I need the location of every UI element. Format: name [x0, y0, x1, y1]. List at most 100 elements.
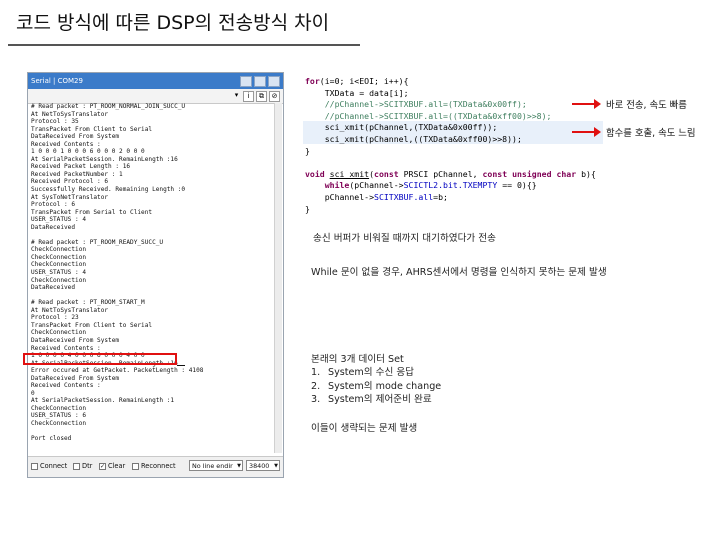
list-item: 3. System의 제어준비 완료	[311, 393, 441, 406]
baud-select[interactable]: 38400 ▼	[246, 460, 280, 471]
log-line: # Read packet : PT_ROOM_START_M	[31, 299, 145, 307]
log-line: DataReceived From System	[31, 374, 120, 382]
minimize-icon[interactable]	[240, 76, 252, 87]
log-line: USER_STATUS : 4	[31, 216, 87, 224]
code-keyword: void	[305, 168, 325, 179]
clear-toggle[interactable]: Clear	[99, 462, 125, 470]
error-highlight-box	[23, 353, 177, 365]
code-line: sci_xmit(pChannel,((TXData&0xff00)>>8));	[305, 134, 596, 146]
code-line: pChannel->SCITXBUF.all=b;	[305, 192, 596, 204]
code-text: PRSCI pChannel,	[398, 168, 483, 179]
log-scrollbar[interactable]	[274, 103, 282, 453]
log-line: Protocol : 6	[31, 201, 76, 209]
code-text: (pChannel->	[349, 180, 404, 191]
title-divider	[8, 44, 360, 46]
line-ending-select[interactable]: No line endir ▼	[189, 460, 243, 471]
annotation-slow: 함수를 호출, 속도 느림	[606, 128, 696, 139]
log-line: Port closed	[31, 435, 72, 443]
reconnect-label: Reconnect	[141, 462, 176, 470]
list-item: 1. System의 수신 응답	[311, 366, 441, 379]
slide-title: 코드 방식에 따른 DSP의 전송방식 차이	[16, 12, 330, 34]
log-line: CheckConnection	[31, 261, 87, 269]
log-line: Received Contents :	[31, 344, 101, 352]
code-text: (pChannel,((TXData&0xff00)>>8));	[364, 133, 522, 144]
code-line: for(i=0; i<EOI; i++){	[305, 76, 596, 88]
info-icon[interactable]: i	[243, 91, 254, 102]
code-function: sci_xmit	[329, 168, 370, 179]
connect-label: Connect	[40, 462, 68, 470]
list-title: 본래의 3개 데이터 Set	[311, 354, 404, 365]
log-line: # Read packet : PT_ROOM_NORMAL_JOIN_SUCC…	[31, 103, 186, 110]
log-line: CheckConnection	[31, 404, 87, 412]
window-titlebar[interactable]: Serial | COM29	[28, 73, 283, 89]
serial-monitor-window: Serial | COM29 ▾ i ⧉ ⊘ # Read packet : P…	[27, 72, 284, 478]
log-line: Received Contents :	[31, 140, 101, 148]
code-text: pChannel->	[305, 191, 375, 202]
log-line: Successfully Received. Remaining Length …	[31, 186, 186, 194]
code-text: == 0){}	[497, 180, 537, 191]
clear-checkbox[interactable]	[99, 462, 106, 470]
code-line: }	[305, 203, 310, 214]
clear-log-icon[interactable]: ⊘	[269, 91, 280, 102]
log-line: At SerialPacketSession. RemainLength :1	[31, 397, 175, 405]
log-line: Received Protocol : 6	[31, 178, 109, 186]
code-line: void sci_xmit(const PRSCI pChannel, cons…	[305, 169, 596, 181]
log-line: At SerialPacketSession. RemainLength :16	[31, 155, 178, 163]
log-line: TransPacket From Serial to Client	[31, 208, 153, 216]
list-item-text: System의 수신 응답	[328, 367, 415, 379]
log-line: At NetToSysTranslator	[31, 110, 109, 118]
arrow-right-icon	[572, 99, 601, 109]
code-line: while(pChannel->SCICTL2.bit.TXEMPTY == 0…	[305, 180, 596, 192]
code-text: =b;	[433, 191, 448, 202]
log-line: TransPacket From Client to Serial	[31, 125, 153, 133]
log-line: 1 0 0 0 1 0 0 0 6 0 0 0 2 0 0 0	[31, 148, 145, 156]
log-line: CheckConnection	[31, 329, 87, 337]
code-line: }	[305, 145, 310, 156]
log-line: At NetToSysTranslator	[31, 306, 109, 314]
dtr-label: Dtr	[82, 462, 93, 470]
data-set-list: 본래의 3개 데이터 Set 1. System의 수신 응답 2. System의 …	[311, 353, 441, 406]
log-line: 0	[31, 389, 35, 397]
close-icon[interactable]	[268, 76, 280, 87]
serial-log[interactable]: # Read packet : PT_ROOM_NORMAL_JOIN_SUCC…	[29, 103, 275, 453]
note-while-issue: While 문이 없을 경우, AHRS센서에서 명령을 인식하지 못하는 문제…	[311, 267, 607, 278]
log-line: Error occured at GetPacket. PacketLength…	[31, 367, 204, 375]
code-comment: //pChannel->SCITXBUF.all=((TXData&0xff00…	[305, 110, 552, 121]
dropdown-icon[interactable]: ▾	[232, 91, 241, 100]
code-keyword: const	[374, 168, 399, 179]
annotation-fast: 바로 전송, 속도 빠름	[606, 100, 687, 111]
log-line: CheckConnection	[31, 276, 87, 284]
log-line: DataReceived	[31, 284, 76, 292]
serial-footer: Connect Dtr Clear Reconnect No line endi…	[28, 456, 283, 477]
reconnect-toggle[interactable]: Reconnect	[132, 462, 176, 470]
log-line: USER_STATUS : 4	[31, 269, 87, 277]
note-omission: 이들이 생략되는 문제 발생	[311, 423, 418, 434]
log-line: Received Packet Length : 16	[31, 163, 131, 171]
code-function: sci_xmit	[324, 133, 365, 144]
reconnect-checkbox[interactable]	[132, 462, 139, 470]
chevron-down-icon: ▼	[237, 463, 241, 469]
list-item-number: 2.	[311, 380, 321, 392]
log-line: Protocol : 23	[31, 314, 79, 322]
list-item-number: 1.	[311, 367, 321, 379]
copy-icon[interactable]: ⧉	[256, 91, 267, 102]
line-ending-value: No line endir	[192, 462, 233, 470]
code-text: (i=0; i<EOI; i++){	[319, 76, 409, 86]
connect-checkbox[interactable]	[31, 462, 38, 470]
dtr-toggle[interactable]: Dtr	[73, 462, 92, 470]
code-line: sci_xmit(pChannel,(TXData&0x00ff));	[305, 122, 596, 134]
log-line: CheckConnection	[31, 419, 87, 427]
window-title: Serial | COM29	[31, 77, 83, 85]
code-comment: //pChannel->SCITXBUF.all=(TXData&0x00ff)…	[305, 99, 527, 110]
maximize-icon[interactable]	[254, 76, 266, 87]
log-line: DataReceived From System	[31, 133, 120, 141]
log-line: DataReceived	[31, 223, 76, 231]
log-line: Received PacketNumber : 1	[31, 170, 123, 178]
dtr-checkbox[interactable]	[73, 462, 80, 470]
code-text: b){	[576, 168, 596, 179]
code-text: (pChannel,(TXData&0x00ff));	[364, 122, 498, 133]
connect-toggle[interactable]: Connect	[31, 462, 67, 470]
